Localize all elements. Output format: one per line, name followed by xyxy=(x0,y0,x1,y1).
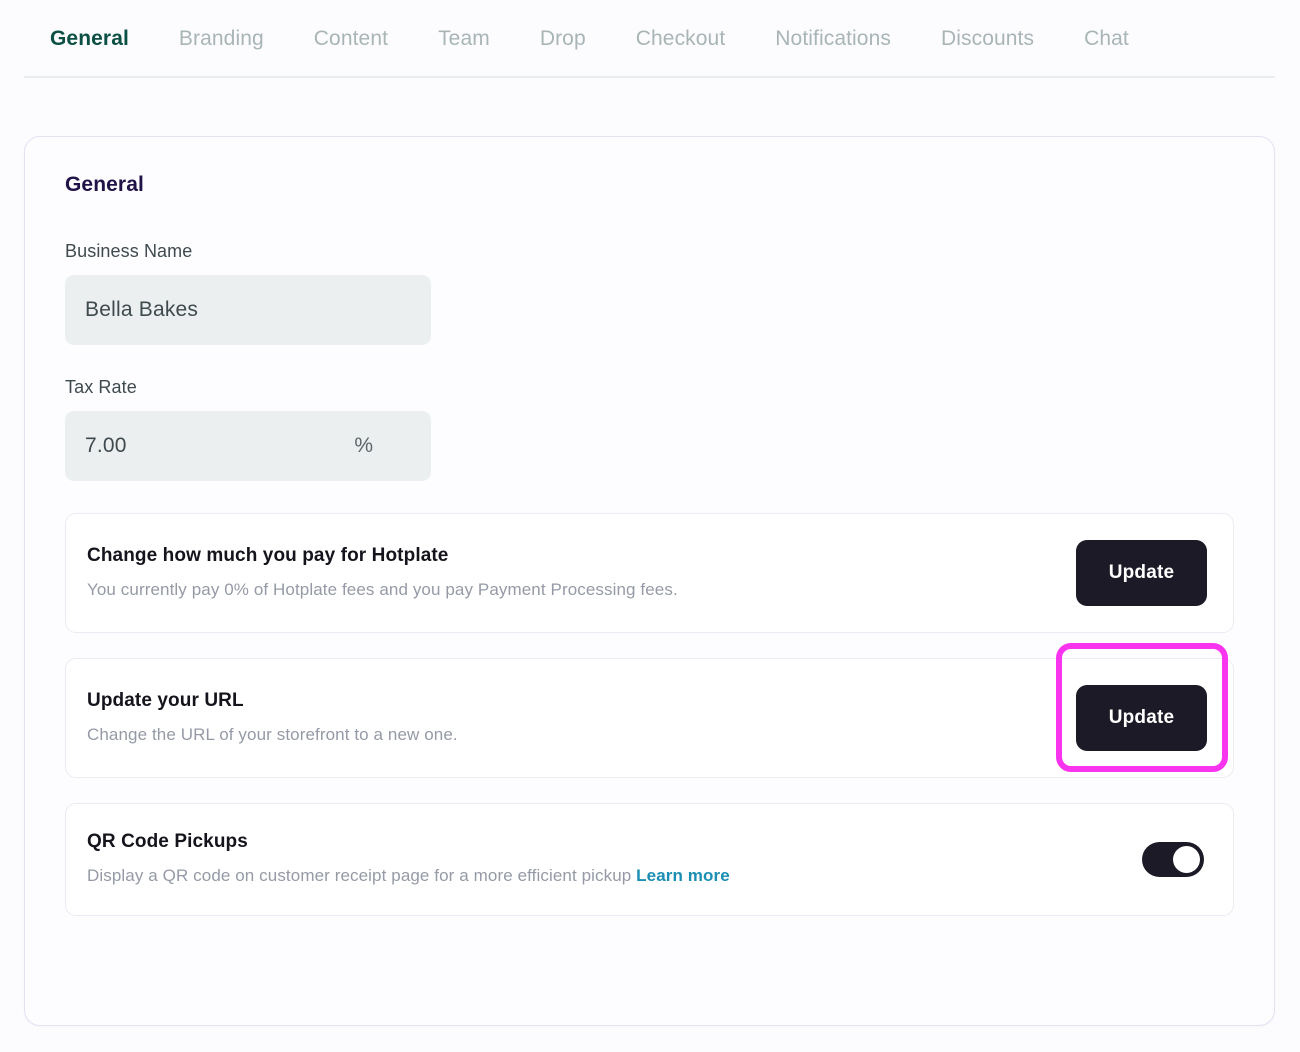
row-hotplate-fees: Change how much you pay for Hotplate You… xyxy=(65,513,1234,633)
tab-general[interactable]: General xyxy=(24,0,154,78)
percent-suffix: % xyxy=(354,434,373,457)
row-description: Change the URL of your storefront to a n… xyxy=(87,724,458,744)
update-fees-button[interactable]: Update xyxy=(1076,540,1207,606)
row-update-url: Update your URL Change the URL of your s… xyxy=(65,643,1234,778)
settings-page: General Business Name Bella Bakes Tax Ra… xyxy=(0,78,1300,1052)
row-title: Change how much you pay for Hotplate xyxy=(87,544,449,566)
row-description: You currently pay 0% of Hotplate fees an… xyxy=(87,579,678,599)
business-name-label: Business Name xyxy=(65,241,193,261)
tax-rate-value: 7.00 xyxy=(85,434,127,457)
field-business-name: Business Name Bella Bakes xyxy=(65,241,1234,345)
tab-chat[interactable]: Chat xyxy=(1059,0,1154,78)
row-text: Change how much you pay for Hotplate You… xyxy=(87,545,1076,601)
tab-notifications[interactable]: Notifications xyxy=(750,0,916,78)
business-name-value: Bella Bakes xyxy=(85,298,199,321)
update-url-button[interactable]: Update xyxy=(1076,685,1207,751)
tab-discounts[interactable]: Discounts xyxy=(916,0,1059,78)
tab-checkout[interactable]: Checkout xyxy=(611,0,751,78)
settings-tabbar: General Branding Content Team Drop Check… xyxy=(0,0,1300,78)
tab-drop[interactable]: Drop xyxy=(515,0,611,78)
tab-content[interactable]: Content xyxy=(289,0,413,78)
toggle-knob xyxy=(1173,846,1200,873)
page-title: General xyxy=(65,173,144,196)
learn-more-link[interactable]: Learn more xyxy=(636,866,730,885)
row-description: Display a QR code on customer receipt pa… xyxy=(87,865,1122,887)
row-qr-code-pickups: QR Code Pickups Display a QR code on cus… xyxy=(65,803,1234,916)
tabbar-divider xyxy=(24,76,1275,78)
tab-branding[interactable]: Branding xyxy=(154,0,289,78)
row-description-text: Display a QR code on customer receipt pa… xyxy=(87,866,637,886)
row-title: Update your URL xyxy=(87,689,244,711)
tab-team[interactable]: Team xyxy=(413,0,515,78)
row-text: Update your URL Change the URL of your s… xyxy=(87,690,1076,746)
field-tax-rate: Tax Rate 7.00 % xyxy=(65,377,1234,481)
row-title: QR Code Pickups xyxy=(87,831,248,853)
tax-rate-label: Tax Rate xyxy=(65,377,137,397)
qr-code-pickups-toggle[interactable] xyxy=(1142,842,1204,877)
row-text: QR Code Pickups Display a QR code on cus… xyxy=(87,831,1142,887)
business-name-input[interactable]: Bella Bakes xyxy=(65,275,431,345)
tax-rate-input[interactable]: 7.00 % xyxy=(65,411,431,481)
settings-row-list: Change how much you pay for Hotplate You… xyxy=(65,513,1234,916)
general-settings-card: General Business Name Bella Bakes Tax Ra… xyxy=(24,136,1275,1026)
